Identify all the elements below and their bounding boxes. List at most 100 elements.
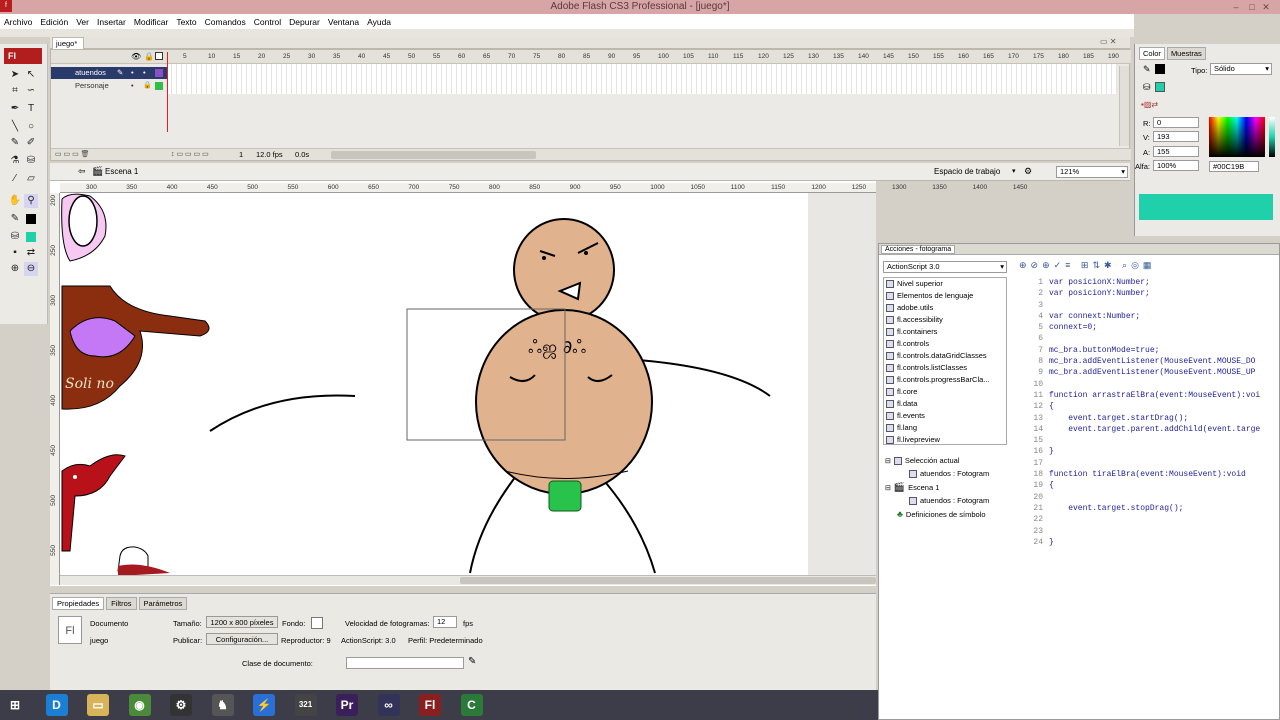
actions-toolbox-list[interactable]: Nivel superior Elementos de lenguaje adobe… — [883, 277, 1007, 445]
code-line[interactable] — [1049, 333, 1279, 344]
tab-color[interactable]: Color — [1139, 47, 1165, 60]
free-transform-tool-icon[interactable]: ⌗ — [8, 84, 22, 98]
menu-insertar[interactable]: Insertar — [93, 17, 130, 27]
visibility-dot-icon[interactable]: • — [131, 80, 134, 92]
steam-icon[interactable]: ⚙ — [170, 694, 192, 716]
tab-filtros[interactable]: Filtros — [106, 597, 137, 610]
code-line[interactable]: function arrastraElBra(event:MouseEvent)… — [1049, 390, 1279, 401]
toolbox-item[interactable]: fl.controls — [886, 339, 929, 348]
subselection-tool-icon[interactable]: ↖ — [24, 68, 38, 82]
pencil-tool-icon[interactable]: ✎ — [8, 136, 22, 150]
color-spectrum[interactable] — [1209, 117, 1265, 157]
edit-symbols-icon[interactable]: ⚙ — [1024, 166, 1032, 177]
fill-color-icon[interactable]: ⛁ — [8, 230, 22, 244]
b-input[interactable]: 155 — [1153, 146, 1199, 157]
hex-input[interactable]: #00C19B — [1209, 161, 1259, 172]
layer-buttons-icon[interactable]: ▭ ▭ ▭ 🗑 — [55, 150, 90, 158]
frame-grid[interactable] — [167, 64, 1117, 94]
lock-dot-icon[interactable]: • — [143, 67, 146, 79]
stroke-color-swatch[interactable] — [26, 214, 36, 224]
color-buttons-icon[interactable]: ▪▨⇄ — [1141, 100, 1158, 109]
stroke-pencil-icon[interactable]: ✎ — [1143, 64, 1151, 75]
code-editor[interactable]: var posicionX:Number; var posicionY:Numbe… — [1049, 277, 1279, 547]
onion-skin-icon[interactable]: ↕ ▭ ▭ ▭ ▭ — [171, 150, 209, 158]
swap-colors-icon[interactable]: ⇄ — [24, 246, 38, 260]
premiere-icon[interactable]: Pr — [336, 694, 358, 716]
fill-swatch[interactable] — [1155, 82, 1165, 92]
layer-name[interactable]: Personaje — [75, 81, 109, 90]
fill-color-swatch[interactable] — [26, 232, 36, 242]
code-line[interactable]: connext=0; — [1049, 322, 1279, 333]
menu-control[interactable]: Control — [250, 17, 285, 27]
fps-input[interactable]: 12 — [433, 616, 457, 628]
layer-color-swatch[interactable] — [155, 69, 163, 77]
flash-icon[interactable]: Fl — [419, 694, 441, 716]
nav-item-atuendos-scene[interactable]: atuendos : Fotogram — [909, 496, 989, 505]
code-line[interactable]: } — [1049, 446, 1279, 457]
code-line[interactable] — [1049, 526, 1279, 537]
zoom-out-icon[interactable]: ⊖ — [24, 262, 38, 276]
brush-tool-icon[interactable]: ✐ — [24, 136, 38, 150]
type-select[interactable]: Sólido ▾ — [1210, 63, 1272, 75]
bg-color-swatch[interactable] — [311, 617, 323, 629]
r-input[interactable]: 0 — [1153, 117, 1199, 128]
alpha-input[interactable]: 100% — [1153, 160, 1199, 171]
eraser-tool-icon[interactable]: ▱ — [24, 172, 38, 186]
code-line[interactable]: { — [1049, 401, 1279, 412]
zoom-tool-icon[interactable]: ⚲ — [24, 194, 38, 208]
character-drawing[interactable]: ஃஜ ∂ஃ — [209, 218, 771, 574]
layer-row-personaje[interactable]: Personaje • 🔒 — [51, 80, 167, 92]
calendar-icon[interactable]: 321 — [294, 694, 317, 716]
explorer-icon[interactable]: ▭ — [87, 694, 109, 716]
code-line[interactable]: mc_bra.addEventListener(MouseEvent.MOUSE… — [1049, 356, 1279, 367]
toolbox-item[interactable]: fl.lang — [886, 423, 917, 432]
code-line[interactable]: mc_bra.addEventListener(MouseEvent.MOUSE… — [1049, 367, 1279, 378]
chrome-icon[interactable]: ◉ — [128, 694, 151, 716]
daemon-icon[interactable]: D — [45, 694, 68, 716]
code-line[interactable] — [1049, 458, 1279, 469]
toolbox-item[interactable]: Nivel superior — [886, 279, 943, 288]
language-select[interactable]: ActionScript 3.0 ▾ — [883, 261, 1007, 273]
visibility-column-icon[interactable]: 👁 — [131, 52, 141, 61]
scene-name[interactable]: Escena 1 — [105, 167, 138, 176]
lasso-tool-icon[interactable]: ∽ — [24, 84, 38, 98]
edit-pencil-icon[interactable]: ✎ — [468, 656, 476, 667]
lock-column-icon[interactable]: 🔒 — [144, 52, 154, 61]
playhead[interactable] — [167, 52, 168, 132]
toolbox-item[interactable]: adobe.utils — [886, 303, 933, 312]
code-line[interactable] — [1049, 492, 1279, 503]
text-tool-icon[interactable]: T — [24, 102, 38, 116]
toolbox-item[interactable]: fl.core — [886, 387, 917, 396]
code-line[interactable]: function tiraElBra(event:MouseEvent):voi… — [1049, 469, 1279, 480]
back-arrow-icon[interactable]: ⇦ — [78, 166, 86, 177]
toolbox-item[interactable]: fl.controls.progressBarCla... — [886, 375, 990, 384]
bolt-icon[interactable]: ⚡ — [253, 694, 275, 716]
toolbox-item[interactable]: fl.accessibility — [886, 315, 943, 324]
code-line[interactable]: { — [1049, 480, 1279, 491]
black-white-icon[interactable]: ▪ — [8, 246, 22, 260]
code-line[interactable] — [1049, 379, 1279, 390]
zoom-in-icon[interactable]: ⊕ — [8, 262, 22, 276]
code-line[interactable]: var connext:Number; — [1049, 311, 1279, 322]
oval-tool-icon[interactable]: ○ — [24, 120, 38, 134]
paint-bucket-tool-icon[interactable]: ⛁ — [24, 154, 38, 168]
nav-item-scene[interactable]: ⊟ 🎬 Escena 1 — [885, 482, 939, 493]
tab-controls-icon[interactable]: ▭ ✕ — [1100, 37, 1116, 46]
code-line[interactable]: var posicionY:Number; — [1049, 288, 1279, 299]
toolbox-item[interactable]: fl.controls.listClasses — [886, 363, 967, 372]
shoe-drawing[interactable] — [117, 546, 170, 576]
menu-modificar[interactable]: Modificar — [130, 17, 172, 27]
timeline-scrollbar[interactable] — [331, 151, 536, 159]
code-line[interactable]: var posicionX:Number; — [1049, 277, 1279, 288]
visibility-dot-icon[interactable]: • — [131, 67, 134, 79]
publish-settings-button[interactable]: Configuración... — [206, 633, 278, 645]
zoom-select[interactable]: 121% ▾ — [1056, 166, 1128, 178]
code-line[interactable] — [1049, 300, 1279, 311]
selection-tool-icon[interactable]: ➤ — [8, 68, 22, 82]
hand-tool-icon[interactable]: ✋ — [8, 194, 22, 208]
menu-depurar[interactable]: Depurar — [285, 17, 324, 27]
start-icon[interactable]: ⊞ — [4, 694, 26, 716]
actions-tab[interactable]: Acciones - fotograma — [881, 245, 956, 254]
stroke-color-icon[interactable]: ✎ — [8, 212, 22, 226]
toolbox-item[interactable]: fl.events — [886, 411, 925, 420]
